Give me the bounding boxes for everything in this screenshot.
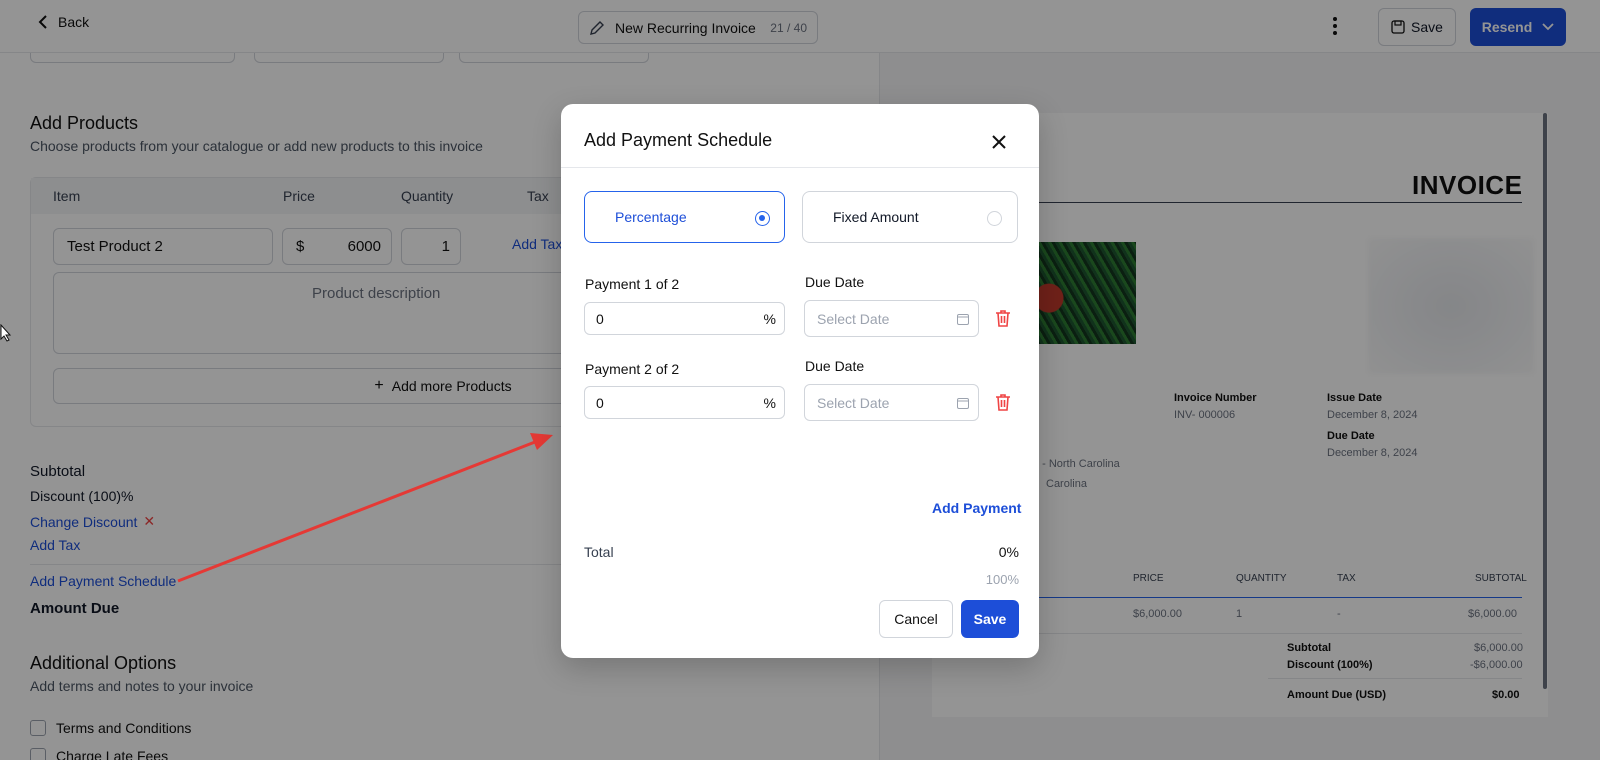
payment-1-percent-input[interactable]: 0 % xyxy=(584,302,785,335)
fixed-amount-option[interactable]: Fixed Amount xyxy=(802,191,1018,243)
total-max: 100% xyxy=(985,572,1019,587)
payment-1-due-label: Due Date xyxy=(805,274,865,290)
total-label: Total xyxy=(584,544,614,560)
modal-title: Add Payment Schedule xyxy=(584,130,773,150)
modal-header: Add Payment Schedule xyxy=(561,104,1039,168)
payment-2-date-placeholder: Select Date xyxy=(817,395,890,411)
modal-save-button[interactable]: Save xyxy=(961,600,1019,638)
percent-unit: % xyxy=(763,311,776,327)
payment-1-date-placeholder: Select Date xyxy=(817,311,890,327)
payment-2-value: 0 xyxy=(596,395,604,411)
delete-payment-1-icon[interactable] xyxy=(995,309,1011,327)
total-value: 0% xyxy=(998,544,1019,560)
mouse-cursor-icon xyxy=(0,324,12,342)
cancel-button[interactable]: Cancel xyxy=(879,600,953,638)
payment-1-label: Payment 1 of 2 xyxy=(585,276,680,292)
percentage-radio[interactable] xyxy=(755,211,770,226)
close-icon[interactable] xyxy=(991,134,1007,150)
calendar-icon xyxy=(957,314,969,325)
payment-2-percent-input[interactable]: 0 % xyxy=(584,386,785,419)
payment-schedule-modal: Add Payment Schedule Percentage Fixed Am… xyxy=(561,104,1039,658)
add-payment-button[interactable]: Add Payment xyxy=(932,500,1021,516)
fixed-amount-radio[interactable] xyxy=(987,211,1002,226)
payment-2-label: Payment 2 of 2 xyxy=(585,361,680,377)
percentage-option[interactable]: Percentage xyxy=(584,191,785,243)
percentage-option-label: Percentage xyxy=(615,209,687,225)
payment-1-value: 0 xyxy=(596,311,604,327)
payment-1-date-input[interactable]: Select Date xyxy=(804,300,979,337)
percent-unit: % xyxy=(763,395,776,411)
payment-2-due-label: Due Date xyxy=(805,358,865,374)
fixed-amount-option-label: Fixed Amount xyxy=(833,209,919,225)
payment-2-date-input[interactable]: Select Date xyxy=(804,384,979,421)
delete-payment-2-icon[interactable] xyxy=(995,393,1011,411)
calendar-icon xyxy=(957,398,969,409)
